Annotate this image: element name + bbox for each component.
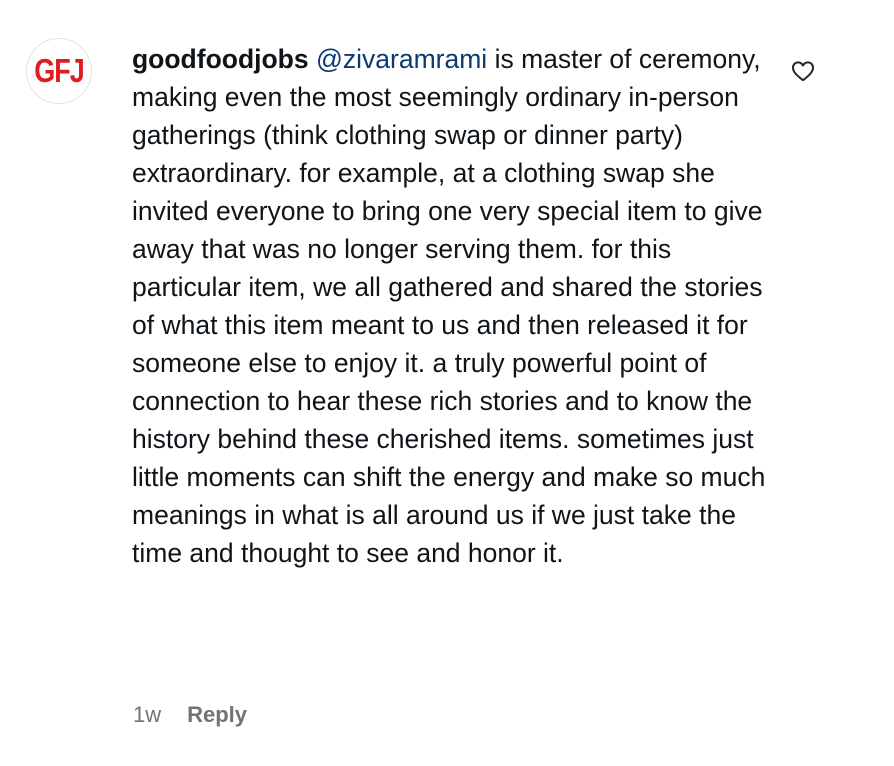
- reply-button[interactable]: Reply: [187, 700, 247, 730]
- comment-timestamp: 1w: [133, 702, 162, 727]
- avatar-logo: GFJ: [34, 51, 85, 90]
- comment-text: is master of ceremony, making even the m…: [132, 44, 766, 568]
- comment-meta: 1w Reply: [133, 700, 247, 730]
- comment-body: goodfoodjobs @zivaramrami is master of c…: [132, 40, 772, 572]
- heart-outline-icon: [792, 61, 814, 82]
- comment: GFJ goodfoodjobs @zivaramrami is master …: [0, 0, 894, 766]
- avatar[interactable]: GFJ: [26, 38, 92, 104]
- like-button[interactable]: [789, 58, 817, 84]
- comment-username[interactable]: goodfoodjobs: [132, 44, 309, 74]
- comment-mention[interactable]: @zivaramrami: [316, 44, 487, 74]
